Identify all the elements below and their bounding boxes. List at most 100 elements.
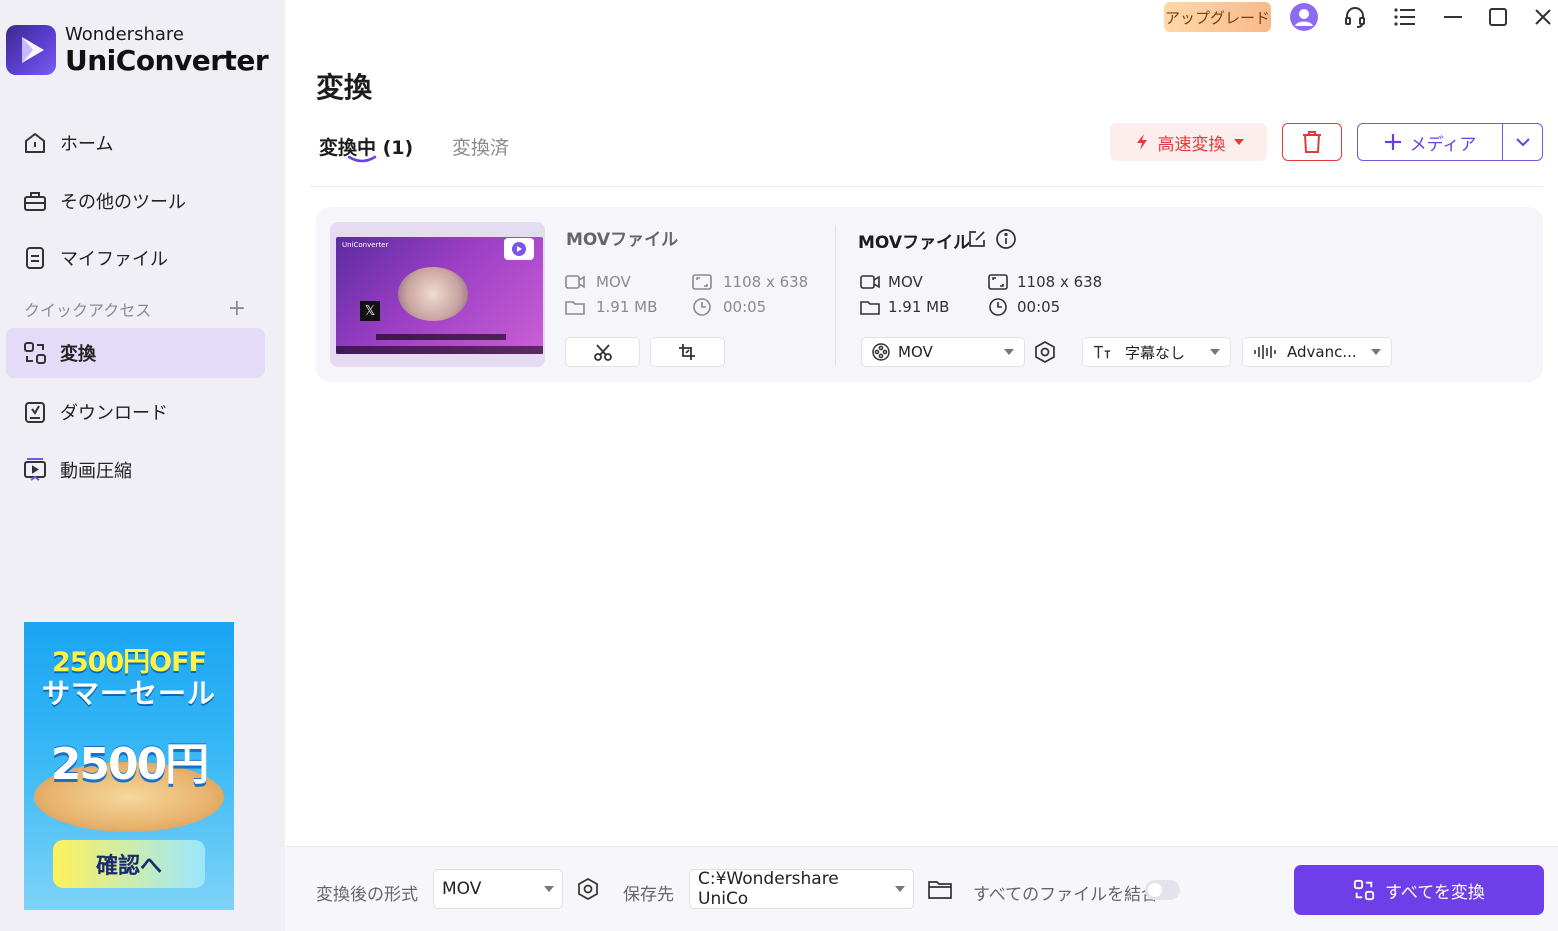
settings-hex-icon[interactable]	[1034, 341, 1056, 363]
trim-button[interactable]	[565, 337, 640, 367]
output-settings-icon[interactable]	[577, 878, 599, 900]
edit-name-icon[interactable]	[966, 228, 988, 250]
source-duration-value: 00:05	[723, 298, 767, 316]
open-folder-icon[interactable]	[927, 878, 953, 900]
audio-select[interactable]: Advanc...	[1242, 337, 1392, 367]
sidebar-item-download[interactable]: ダウンロード	[6, 387, 265, 437]
resolution-icon	[988, 272, 1008, 292]
promo-line2: サマーセール	[41, 677, 216, 710]
convert-all-button[interactable]: すべてを変換	[1294, 865, 1544, 915]
sidebar-item-label: ダウンロード	[60, 403, 168, 424]
sidebar-item-convert[interactable]: 変換	[6, 328, 265, 378]
save-path-dropdown[interactable]: C:¥Wondershare UniCo	[689, 869, 914, 909]
output-format-select[interactable]: MOV	[861, 337, 1025, 367]
sidebar-item-home[interactable]: ホーム	[6, 118, 265, 168]
output-duration: 00:05	[988, 297, 1060, 317]
delete-button[interactable]	[1282, 123, 1342, 161]
sidebar-item-other-tools[interactable]: その他のツール	[6, 176, 265, 226]
source-format-value: MOV	[596, 273, 631, 291]
x-logo-icon: 𝕏	[360, 301, 380, 321]
sidebar-item-my-files[interactable]: マイファイル	[6, 233, 265, 283]
crop-icon	[678, 344, 695, 360]
output-duration-value: 00:05	[1017, 298, 1061, 316]
add-media-button[interactable]: メディア	[1357, 123, 1543, 161]
caret-down-icon	[1371, 349, 1381, 355]
brand-line2: UniConverter	[65, 43, 269, 77]
download-icon	[22, 399, 48, 425]
quick-access-label: クイックアクセス	[24, 301, 152, 320]
folder-icon	[860, 297, 880, 317]
tab-converted[interactable]: 変換済	[452, 133, 509, 160]
clock-icon	[692, 297, 712, 317]
close-icon[interactable]	[1528, 3, 1558, 31]
add-quick-access-button[interactable]: +	[228, 298, 246, 320]
clock-icon	[988, 297, 1008, 317]
fast-convert-button[interactable]: 高速変換	[1110, 123, 1267, 161]
output-format-dropdown-value: MOV	[442, 879, 482, 899]
trash-icon	[1303, 131, 1321, 153]
sidebar-item-label: その他のツール	[60, 192, 186, 213]
output-format: MOV	[860, 272, 923, 292]
save-to-label: 保存先	[623, 885, 674, 905]
promo-big-text: 2500円	[50, 739, 209, 790]
caret-down-icon	[1210, 349, 1220, 355]
format-select-value: MOV	[898, 343, 933, 361]
sidebar: Wondershare UniConverter ホーム その他のツール マイフ…	[0, 0, 285, 931]
output-resolution-value: 1108 x 638	[1017, 273, 1103, 291]
sidebar-item-label: 動画圧縮	[60, 461, 132, 482]
avatar-icon[interactable]	[1289, 3, 1319, 31]
thumbnail-food-plate	[398, 267, 468, 321]
summer-sale-banner[interactable]: 2500円OFF サマーセール 2500円 確認へ	[24, 622, 234, 910]
save-path-value: C:¥Wondershare UniCo	[698, 869, 839, 909]
thumbnail-player-bar	[336, 346, 543, 354]
convert-all-label: すべてを変換	[1385, 882, 1485, 903]
merge-files-label: すべてのファイルを結合	[973, 885, 1159, 905]
merge-files-toggle[interactable]	[1145, 880, 1180, 900]
source-resolution: 1108 x 638	[692, 272, 808, 292]
play-icon[interactable]	[504, 238, 534, 260]
source-size: 1.91 MB	[565, 297, 657, 317]
convert-icon	[22, 340, 48, 366]
audio-wave-icon	[1253, 343, 1277, 361]
sidebar-item-compress[interactable]: 動画圧縮	[6, 445, 265, 495]
add-media-main[interactable]: メディア	[1358, 124, 1503, 160]
subtitle-select[interactable]: 字幕なし	[1082, 337, 1231, 367]
crop-button[interactable]	[650, 337, 725, 367]
output-size: 1.91 MB	[860, 297, 949, 317]
output-format-dropdown[interactable]: MOV	[433, 869, 563, 909]
caret-down-icon	[895, 886, 905, 892]
promo-confirm-button[interactable]: 確認へ	[53, 840, 205, 888]
menu-list-icon[interactable]	[1390, 3, 1420, 31]
lightning-icon	[1136, 134, 1147, 150]
uniconverter-logo-icon	[6, 25, 56, 75]
output-file-name: MOVファイル	[858, 233, 971, 253]
fast-convert-label: 高速変換	[1157, 134, 1226, 155]
text-icon	[1093, 343, 1111, 361]
add-media-dropdown[interactable]	[1503, 124, 1542, 160]
video-camera-icon	[860, 272, 880, 292]
brand-line1: Wondershare	[65, 23, 184, 45]
minimize-icon[interactable]	[1438, 3, 1468, 31]
thumbnail-caption	[376, 334, 506, 340]
folder-icon	[565, 297, 585, 317]
plus-icon	[1384, 134, 1401, 150]
video-camera-icon	[565, 272, 585, 292]
source-format: MOV	[565, 272, 631, 292]
output-format-label: 変換後の形式	[316, 885, 418, 905]
add-media-label: メディア	[1409, 134, 1477, 155]
headset-icon[interactable]	[1340, 3, 1370, 31]
scissors-icon	[593, 344, 612, 361]
maximize-icon[interactable]	[1483, 3, 1513, 31]
output-format-value: MOV	[888, 273, 923, 291]
toolbox-icon	[22, 188, 48, 214]
video-thumbnail[interactable]: UniConverter 𝕏	[330, 222, 545, 367]
sidebar-item-label: マイファイル	[60, 249, 168, 270]
source-size-value: 1.91 MB	[596, 298, 658, 316]
source-resolution-value: 1108 x 638	[723, 273, 809, 291]
output-resolution: 1108 x 638	[988, 272, 1102, 292]
thumbnail-brand: UniConverter	[342, 241, 389, 249]
upgrade-button[interactable]: アップグレード	[1164, 2, 1271, 32]
active-tab-underline	[347, 155, 377, 163]
info-icon[interactable]	[995, 228, 1017, 250]
sidebar-item-label: ホーム	[60, 134, 114, 155]
